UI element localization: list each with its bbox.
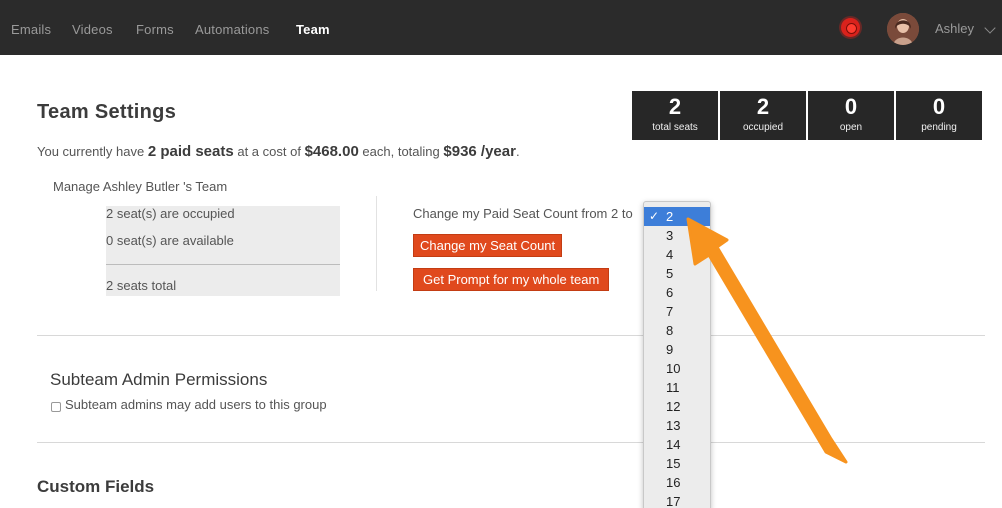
seat-count-dropdown[interactable]: ✓ 2 3 4 5 6 7 8 9 10 11 12 13 14 15 16 1… (643, 201, 711, 508)
nav-emails[interactable]: Emails (11, 22, 51, 37)
custom-fields-title: Custom Fields (37, 477, 155, 496)
dropdown-option[interactable]: 4 (644, 245, 710, 264)
dropdown-option[interactable]: 13 (644, 416, 710, 435)
nav-team[interactable]: Team (296, 22, 330, 37)
dropdown-option[interactable]: 16 (644, 473, 710, 492)
nav-forms[interactable]: Forms (136, 22, 174, 37)
dropdown-option[interactable]: 14 (644, 435, 710, 454)
dropdown-option[interactable]: 11 (644, 378, 710, 397)
dropdown-option[interactable]: 12 (644, 397, 710, 416)
chevron-down-icon[interactable] (984, 22, 996, 34)
dropdown-option[interactable]: 10 (644, 359, 710, 378)
dropdown-option-selected[interactable]: ✓ 2 (644, 207, 710, 226)
subteam-add-users-checkbox[interactable] (51, 402, 61, 412)
nav-videos[interactable]: Videos (72, 22, 113, 37)
avatar[interactable] (887, 13, 919, 45)
record-icon[interactable] (841, 18, 860, 37)
stat-pending: 0 pending (896, 91, 982, 140)
seats-available-text: 0 seat(s) are available (106, 233, 234, 248)
nav-automations[interactable]: Automations (195, 22, 269, 37)
stat-total-seats: 2 total seats (632, 91, 718, 140)
section-divider (37, 442, 985, 443)
dropdown-option[interactable]: 5 (644, 264, 710, 283)
seats-occupied-text: 2 seat(s) are occupied (106, 206, 235, 221)
dropdown-option[interactable]: 3 (644, 226, 710, 245)
change-seat-count-label: Change my Paid Seat Count from 2 to (413, 206, 633, 221)
seat-divider (106, 264, 340, 265)
stat-open: 0 open (808, 91, 894, 140)
subteam-add-users-label[interactable]: Subteam admins may add users to this gro… (65, 397, 327, 412)
dropdown-option[interactable]: 7 (644, 302, 710, 321)
top-nav-bar: Emails Videos Forms Automations Team Ash… (0, 0, 1002, 55)
dropdown-option[interactable]: 9 (644, 340, 710, 359)
vertical-divider (376, 196, 377, 291)
page-title: Team Settings (37, 101, 177, 123)
dropdown-option[interactable]: 15 (644, 454, 710, 473)
user-name[interactable]: Ashley (935, 21, 974, 36)
seat-summary: You currently have 2 paid seats at a cos… (37, 143, 520, 160)
dropdown-option[interactable]: 17 (644, 492, 710, 508)
section-divider (37, 335, 985, 336)
manage-team-title: Manage Ashley Butler 's Team (53, 179, 228, 194)
seats-total-text: 2 seats total (106, 278, 177, 293)
stat-occupied: 2 occupied (720, 91, 806, 140)
checkmark-icon: ✓ (649, 209, 660, 223)
subteam-permissions-title: Subteam Admin Permissions (50, 370, 268, 389)
get-prompt-button[interactable]: Get Prompt for my whole team (413, 268, 610, 291)
dropdown-option[interactable]: 8 (644, 321, 710, 340)
avatar-photo-icon (887, 13, 919, 45)
change-seat-count-button[interactable]: Change my Seat Count (413, 234, 563, 257)
dropdown-option[interactable]: 6 (644, 283, 710, 302)
